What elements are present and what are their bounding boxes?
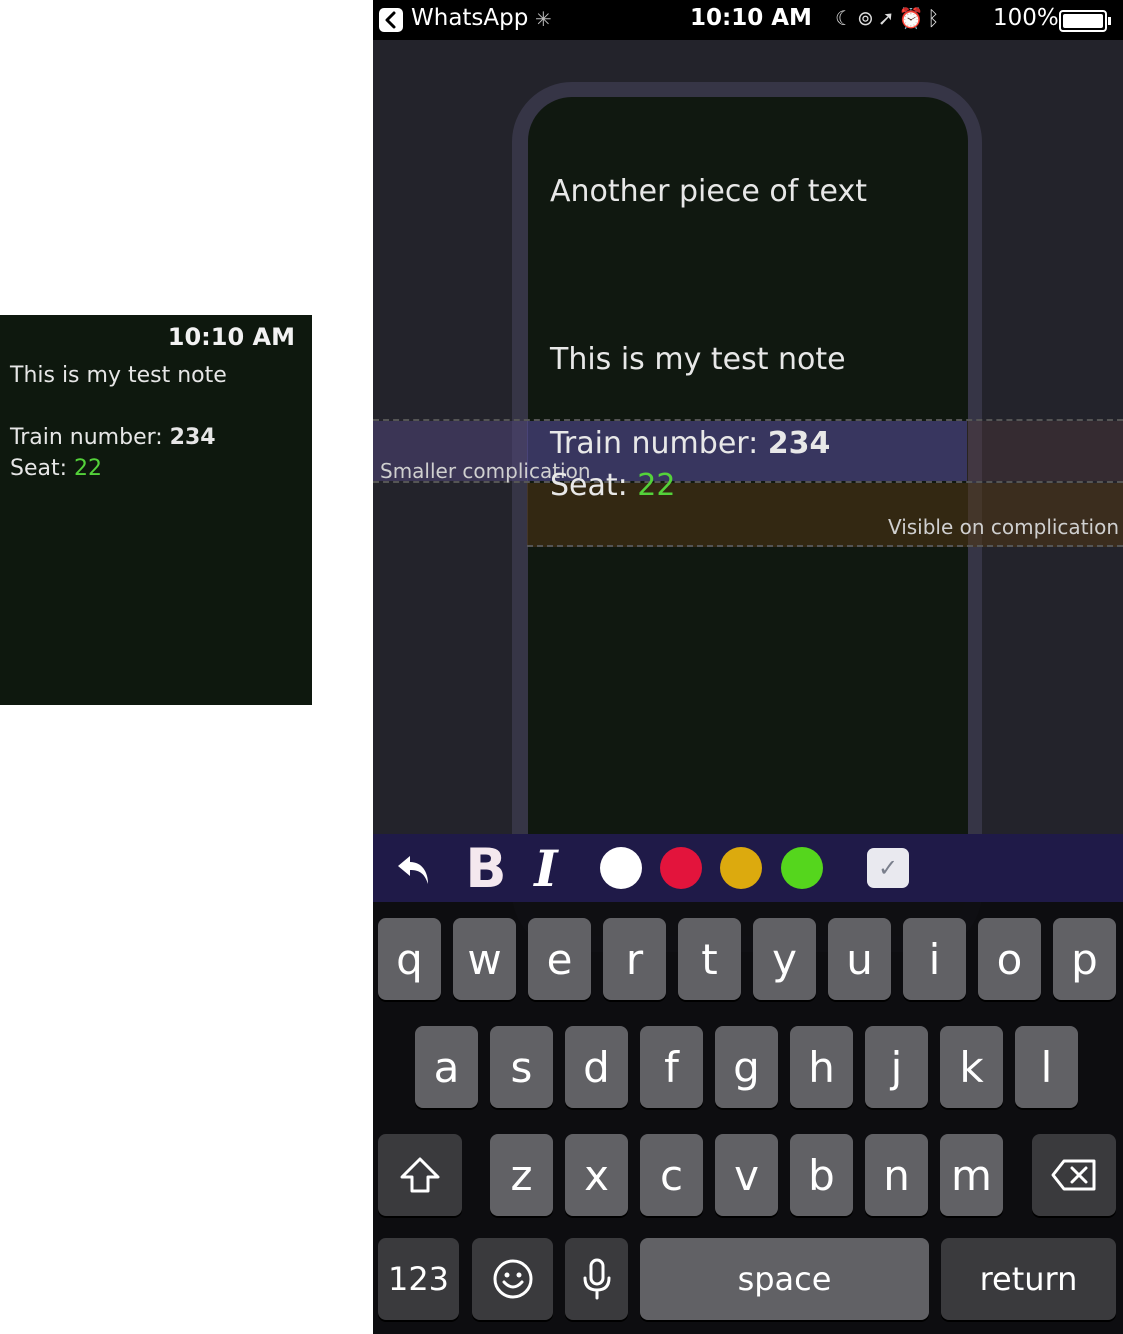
key-f[interactable]: f xyxy=(640,1026,703,1108)
dictation-key[interactable] xyxy=(565,1238,628,1320)
microphone-icon xyxy=(583,1258,610,1300)
watch-seat-line: Seat: 22 xyxy=(10,456,102,481)
color-green-button[interactable] xyxy=(781,847,823,889)
key-g[interactable]: g xyxy=(715,1026,778,1108)
status-icons: ☾⊚➚⏰ᛒ xyxy=(835,6,943,30)
key-r[interactable]: r xyxy=(603,918,666,1000)
back-to-app-icon[interactable] xyxy=(379,8,403,32)
rotation-lock-icon: ⊚ xyxy=(856,6,878,30)
key-v[interactable]: v xyxy=(715,1134,778,1216)
note-seat-value: 22 xyxy=(637,468,676,503)
color-red-button[interactable] xyxy=(660,847,702,889)
key-i[interactable]: i xyxy=(903,918,966,1000)
key-n[interactable]: n xyxy=(865,1134,928,1216)
note-seat-line[interactable]: Seat: 22 xyxy=(550,468,675,503)
backspace-icon xyxy=(1051,1159,1096,1191)
note-seat-label: Seat: xyxy=(550,468,638,503)
formatting-toolbar: B I ✓ xyxy=(373,834,1123,902)
shift-key[interactable] xyxy=(378,1134,462,1216)
bold-button[interactable]: B xyxy=(463,834,509,902)
phone-screen: WhatsApp ✳ 10:10 AM ☾⊚➚⏰ᛒ 100% Another p… xyxy=(373,0,1123,1334)
watch-seat-value: 22 xyxy=(74,456,103,481)
key-a[interactable]: a xyxy=(415,1026,478,1108)
watch-train-line: Train number: 234 xyxy=(10,425,216,450)
key-k[interactable]: k xyxy=(940,1026,1003,1108)
checkmark-icon: ✓ xyxy=(877,854,899,882)
watch-preview: 10:10 AM This is my test note Train numb… xyxy=(0,315,312,705)
color-white-button[interactable] xyxy=(600,847,642,889)
keyboard: q w e r t y u i o p a s d f g h j k l z … xyxy=(373,902,1123,1334)
battery-percentage: 100% xyxy=(993,5,1059,31)
key-j[interactable]: j xyxy=(865,1026,928,1108)
key-e[interactable]: e xyxy=(528,918,591,1000)
moon-icon: ☾ xyxy=(835,6,857,30)
key-d[interactable]: d xyxy=(565,1026,628,1108)
color-yellow-button[interactable] xyxy=(720,847,762,889)
shift-icon xyxy=(400,1157,440,1193)
key-h[interactable]: h xyxy=(790,1026,853,1108)
key-m[interactable]: m xyxy=(940,1134,1003,1216)
key-c[interactable]: c xyxy=(640,1134,703,1216)
status-bar: WhatsApp ✳ 10:10 AM ☾⊚➚⏰ᛒ 100% xyxy=(373,0,1123,40)
space-key[interactable]: space xyxy=(640,1238,929,1320)
key-x[interactable]: x xyxy=(565,1134,628,1216)
visible-complication-label: Visible on complication xyxy=(887,515,1119,539)
undo-icon[interactable] xyxy=(391,834,437,902)
back-app-label[interactable]: WhatsApp xyxy=(411,5,528,31)
note-train-line[interactable]: Train number: 234 xyxy=(550,426,830,461)
key-s[interactable]: s xyxy=(490,1026,553,1108)
return-key[interactable]: return xyxy=(941,1238,1116,1320)
delete-key[interactable] xyxy=(1032,1134,1116,1216)
watch-train-value: 234 xyxy=(169,425,216,450)
watch-train-label: Train number: xyxy=(10,425,170,450)
italic-button[interactable]: I xyxy=(523,834,569,902)
note-line-1[interactable]: Another piece of text xyxy=(550,174,867,209)
note-train-value: 234 xyxy=(767,426,831,461)
status-time: 10:10 AM xyxy=(690,5,812,31)
location-icon: ➚ xyxy=(877,6,899,30)
numbers-key[interactable]: 123 xyxy=(378,1238,459,1320)
note-train-label: Train number: xyxy=(550,426,768,461)
key-u[interactable]: u xyxy=(828,918,891,1000)
key-p[interactable]: p xyxy=(1053,918,1116,1000)
note-line-2[interactable]: This is my test note xyxy=(550,342,846,377)
key-z[interactable]: z xyxy=(490,1134,553,1216)
watch-seat-label: Seat: xyxy=(10,456,75,481)
key-o[interactable]: o xyxy=(978,918,1041,1000)
key-y[interactable]: y xyxy=(753,918,816,1000)
watch-note-line: This is my test note xyxy=(10,363,227,388)
activity-spinner-icon: ✳ xyxy=(535,7,552,31)
emoji-icon xyxy=(493,1259,532,1299)
alarm-icon: ⏰ xyxy=(898,6,928,30)
emoji-key[interactable] xyxy=(472,1238,553,1320)
key-l[interactable]: l xyxy=(1015,1026,1078,1108)
bluetooth-icon: ᛒ xyxy=(927,6,944,30)
key-t[interactable]: t xyxy=(678,918,741,1000)
key-q[interactable]: q xyxy=(378,918,441,1000)
watch-time: 10:10 AM xyxy=(167,323,295,351)
battery-icon xyxy=(1059,10,1111,32)
key-b[interactable]: b xyxy=(790,1134,853,1216)
key-w[interactable]: w xyxy=(453,918,516,1000)
checklist-button[interactable]: ✓ xyxy=(867,848,909,888)
